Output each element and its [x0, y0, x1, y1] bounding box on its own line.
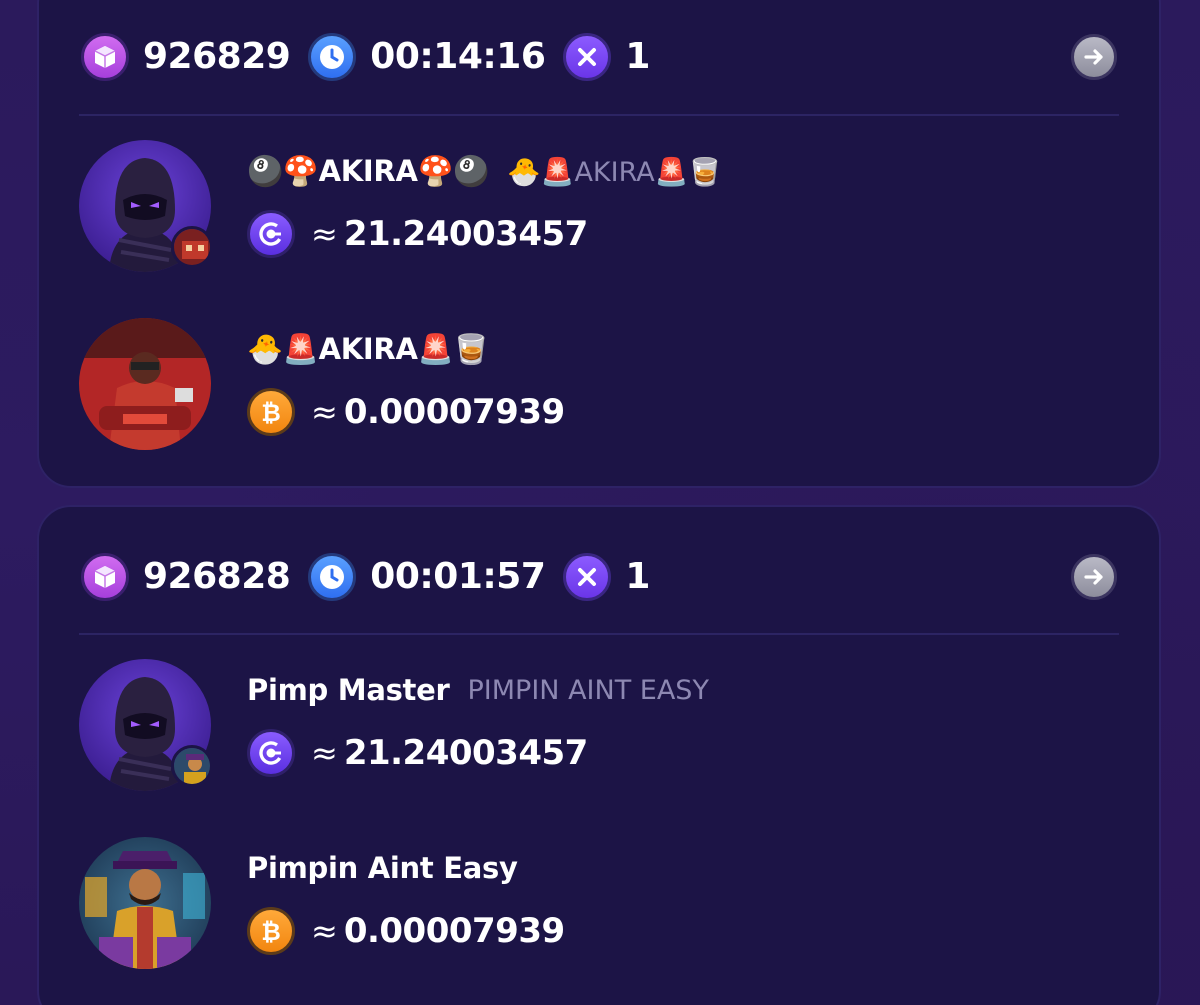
round-card: 926828 00:01:57 1 Pimp Master PIMPIN AIN… — [37, 505, 1161, 1005]
round-header: 926828 00:01:57 1 — [81, 547, 1117, 607]
multiplier-icon — [563, 33, 612, 81]
amount: 21.24003457 — [343, 214, 589, 254]
svg-text:₿: ₿ — [261, 918, 281, 946]
player-row[interactable]: Pimp Master PIMPIN AINT EASY ≈ 21.240034… — [79, 659, 1119, 799]
amount: 0.00007939 — [343, 911, 565, 951]
approx-sign: ≈ — [311, 912, 338, 950]
bitcoin-icon: ₿ — [247, 907, 295, 955]
round-time: 00:14:16 — [370, 36, 546, 77]
round-header: 926829 00:14:16 1 — [81, 27, 1117, 87]
approx-sign: ≈ — [311, 734, 338, 772]
g-token-icon — [247, 729, 295, 777]
multiplier-value: 1 — [625, 556, 650, 597]
player-row[interactable]: Pimpin Aint Easy ₿ ≈ 0.00007939 — [79, 837, 1119, 977]
multiplier-value: 1 — [625, 36, 650, 77]
approx-sign: ≈ — [311, 215, 338, 253]
player-name: Pimpin Aint Easy — [247, 851, 518, 885]
g-token-icon — [247, 210, 295, 258]
amount: 0.00007939 — [343, 392, 565, 432]
player-subtitle: PIMPIN AINT EASY — [467, 674, 709, 706]
player-subtitle: 🐣🚨AKIRA🚨🥃 — [507, 156, 722, 188]
amount: 21.24003457 — [343, 733, 589, 773]
mini-avatar — [171, 226, 213, 268]
player-name: 🐣🚨AKIRA🚨🥃 — [247, 332, 490, 366]
player-name: 🎱🍄AKIRA🍄🎱 — [247, 154, 490, 188]
block-icon — [81, 553, 129, 601]
avatar[interactable] — [79, 837, 211, 969]
player-row[interactable]: 🐣🚨AKIRA🚨🥃 ₿ ≈ 0.00007939 — [79, 318, 1119, 458]
mini-avatar — [171, 745, 213, 787]
avatar[interactable] — [79, 318, 211, 450]
bitcoin-icon: ₿ — [247, 388, 295, 436]
svg-text:₿: ₿ — [261, 399, 281, 427]
block-icon — [81, 33, 129, 81]
open-round-button[interactable] — [1071, 554, 1117, 600]
clock-icon — [308, 553, 357, 601]
divider — [79, 114, 1119, 116]
player-row[interactable]: 🎱🍄AKIRA🍄🎱 🐣🚨AKIRA🚨🥃 ≈ 21.24003457 — [79, 140, 1119, 280]
approx-sign: ≈ — [311, 393, 338, 431]
divider — [79, 633, 1119, 635]
arrow-right-icon — [1084, 569, 1103, 585]
multiplier-icon — [563, 553, 612, 601]
round-time: 00:01:57 — [370, 556, 546, 597]
player-name: Pimp Master — [247, 673, 450, 707]
open-round-button[interactable] — [1071, 34, 1117, 80]
block-number: 926828 — [143, 556, 291, 597]
round-card: 926829 00:14:16 1 🎱🍄AKIRA🍄🎱 🐣🚨AKIRA🚨🥃 ≈ … — [37, 0, 1161, 488]
page: 926829 00:14:16 1 🎱🍄AKIRA🍄🎱 🐣🚨AKIRA🚨🥃 ≈ … — [0, 0, 1200, 1005]
block-number: 926829 — [143, 36, 291, 77]
clock-icon — [308, 33, 357, 81]
arrow-right-icon — [1084, 49, 1103, 65]
